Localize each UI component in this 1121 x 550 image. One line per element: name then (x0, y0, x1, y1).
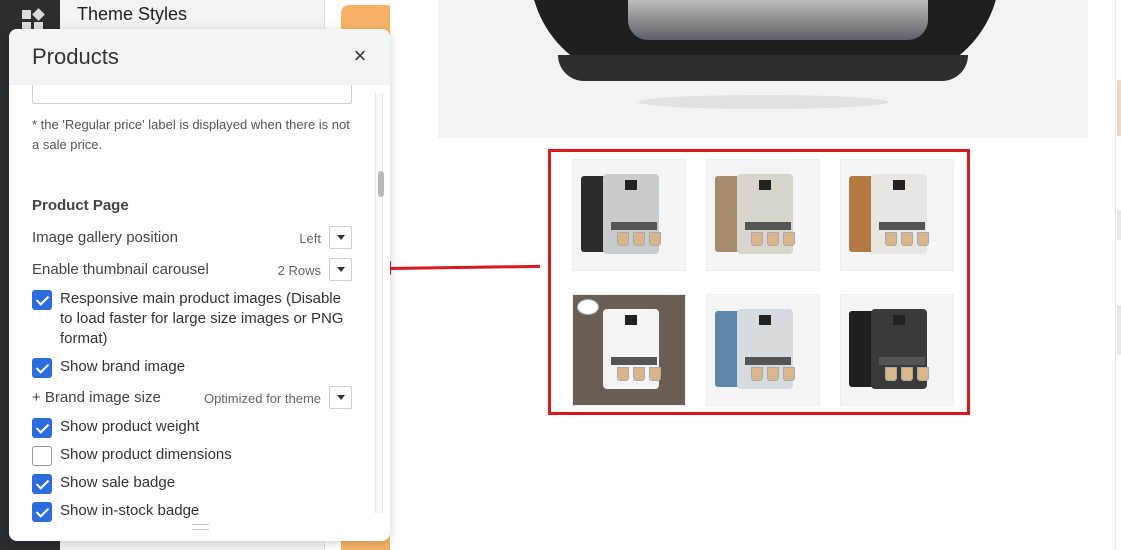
coffee-cup (649, 232, 661, 246)
enable-thumbnail-carousel-value[interactable]: 2 Rows (249, 263, 321, 278)
coffee-cup (885, 232, 897, 246)
image-gallery-position-label: Image gallery position (32, 229, 178, 246)
section-title-product-page: Product Page (32, 197, 129, 214)
machine-drip-tray (879, 222, 925, 230)
machine-side-panel (581, 176, 605, 252)
machine-base (558, 55, 968, 81)
coffee-cup (649, 367, 661, 381)
thumbnail-dark-chrome-machine[interactable] (840, 294, 954, 406)
coffee-cup (917, 367, 929, 381)
thumbnail-copper-machine[interactable] (840, 159, 954, 271)
coffee-cup (751, 367, 763, 381)
machine-side-panel (849, 176, 873, 252)
regular-price-note: * the 'Regular price' label is displayed… (32, 117, 350, 152)
machine-side-panel (715, 311, 739, 387)
close-icon[interactable]: × (349, 45, 371, 67)
coffee-cup (767, 367, 779, 381)
show-product-weight-checkbox[interactable] (32, 418, 52, 438)
show-product-weight-label: Show product weight (60, 418, 200, 435)
brand-badge-icon (577, 299, 599, 315)
text-input-field[interactable] (32, 85, 352, 104)
responsive-images-checkbox[interactable] (32, 290, 52, 310)
coffee-cup (617, 232, 629, 246)
thumbnail-blue-machine[interactable] (706, 294, 820, 406)
enable-thumbnail-carousel-label: Enable thumbnail carousel (32, 261, 209, 278)
right-panel-fragment (1117, 80, 1121, 136)
show-sale-badge-checkbox[interactable] (32, 474, 52, 494)
coffee-cup (633, 232, 645, 246)
thumbnail-bronze-machine[interactable] (706, 159, 820, 271)
coffee-cup (633, 367, 645, 381)
machine-drip-tray (611, 222, 657, 230)
coffee-cup (917, 232, 929, 246)
panel-header: Products × (9, 29, 390, 85)
machine-screen (893, 315, 905, 325)
thumbnail-white-brown-machine[interactable] (572, 294, 686, 406)
enable-thumbnail-carousel-dropdown[interactable] (329, 258, 352, 281)
show-brand-image-label: Show brand image (60, 358, 186, 375)
coffee-cup (901, 367, 913, 381)
coffee-cup (901, 232, 913, 246)
coffee-cup (617, 367, 629, 381)
image-gallery-position-value[interactable]: Left (259, 231, 321, 246)
machine-tray (628, 0, 928, 40)
machine-drip-tray (745, 222, 791, 230)
coffee-cup (751, 232, 763, 246)
right-panel-fragment (1117, 210, 1121, 240)
panel-title: Products (32, 44, 119, 69)
machine-shadow (638, 95, 888, 109)
show-brand-image-checkbox[interactable] (32, 358, 52, 378)
panel-body: * the 'Regular price' label is displayed… (9, 85, 390, 541)
responsive-images-label: Responsive main product images (Disable … (60, 290, 344, 347)
show-in-stock-badge-checkbox[interactable] (32, 502, 52, 522)
brand-image-size-label: + Brand image size (32, 389, 161, 406)
show-sale-badge-label: Show sale badge (60, 474, 176, 491)
thumbnail-black-silver-machine[interactable] (572, 159, 686, 271)
main-product-image (438, 0, 1088, 138)
coffee-cup (783, 232, 795, 246)
machine-drip-tray (611, 357, 657, 365)
resize-handle[interactable] (192, 524, 209, 530)
coffee-cup (767, 232, 779, 246)
machine-screen (759, 315, 771, 325)
image-gallery-position-dropdown[interactable] (329, 226, 352, 249)
brand-image-size-value[interactable]: Optimized for theme (179, 391, 321, 406)
machine-side-panel (849, 311, 873, 387)
show-product-dimensions-label: Show product dimensions (60, 446, 232, 463)
machine-drip-tray (745, 357, 791, 365)
brand-image-size-dropdown[interactable] (329, 386, 352, 409)
show-in-stock-badge-label: Show in-stock badge (60, 502, 200, 519)
machine-screen (625, 315, 637, 325)
machine-screen (625, 180, 637, 190)
coffee-cup (885, 367, 897, 381)
show-product-dimensions-checkbox[interactable] (32, 446, 52, 466)
scrollbar-thumb[interactable] (378, 171, 384, 197)
products-panel: Products × * the 'Regular price' label i… (9, 29, 390, 541)
machine-side-panel (715, 176, 739, 252)
machine-side-panel (581, 311, 605, 387)
coffee-cup (783, 367, 795, 381)
right-panel-fragment (1117, 305, 1121, 355)
machine-screen (759, 180, 771, 190)
scrollbar-track[interactable] (375, 93, 383, 513)
machine-screen (893, 180, 905, 190)
theme-styles-title[interactable]: Theme Styles (77, 4, 187, 25)
machine-drip-tray (879, 357, 925, 365)
